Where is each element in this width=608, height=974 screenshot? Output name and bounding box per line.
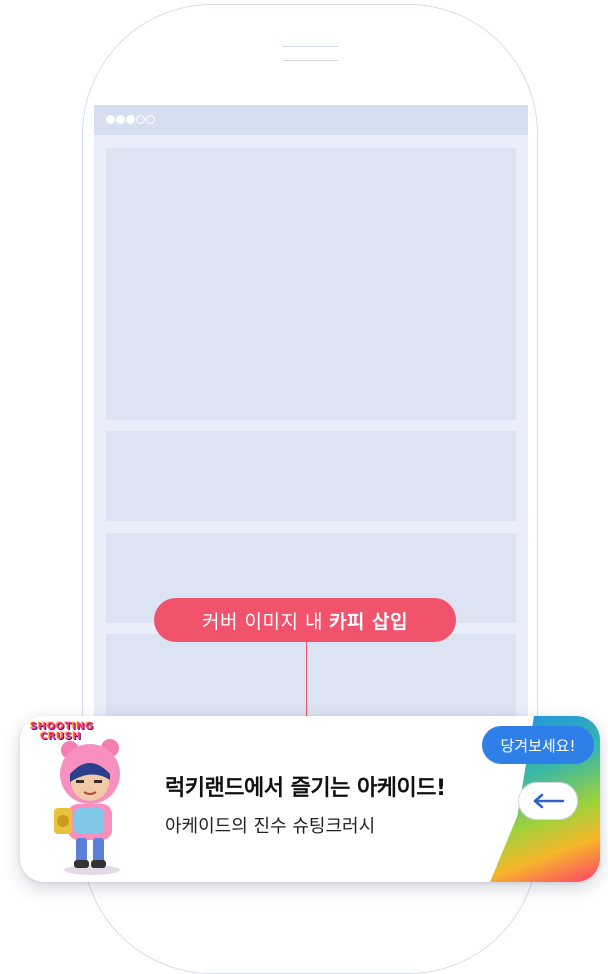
signal-dot-icon xyxy=(106,115,115,124)
signal-dot-icon xyxy=(146,115,155,124)
status-bar xyxy=(94,105,528,135)
game-logo-line2: CRUSH xyxy=(40,731,82,742)
annotation-label-bold: 카피 삽입 xyxy=(328,610,408,633)
ad-banner[interactable]: SHOOTING CRUSH 럭키랜드에서 즐기는 아케이드! 아케이드의 진수… xyxy=(20,716,600,882)
left-arrow-icon xyxy=(533,793,565,809)
annotation-label: 커버 이미지 내 카피 삽입 xyxy=(154,598,456,642)
annotation-label-light: 커버 이미지 내 xyxy=(201,610,323,633)
signal-dot-icon xyxy=(116,115,125,124)
annotation-pointer xyxy=(306,642,307,718)
speaker-line-bottom xyxy=(283,60,338,61)
game-logo: SHOOTING CRUSH xyxy=(30,722,94,742)
speaker-line-top xyxy=(283,46,338,47)
phone-screen xyxy=(94,105,528,765)
cover-image-placeholder xyxy=(106,148,516,420)
signal-dots xyxy=(106,115,155,124)
banner-subtitle: 아케이드의 진수 슈팅크러시 xyxy=(165,816,376,837)
pull-arrow-button[interactable] xyxy=(518,782,578,820)
banner-title: 럭키랜드에서 즐기는 아케이드! xyxy=(165,776,446,801)
signal-dot-icon xyxy=(126,115,135,124)
game-character-icon xyxy=(54,739,120,875)
pull-prompt-badge: 당겨보세요! xyxy=(482,726,594,764)
signal-dot-icon xyxy=(136,115,145,124)
content-block-placeholder xyxy=(106,431,516,521)
